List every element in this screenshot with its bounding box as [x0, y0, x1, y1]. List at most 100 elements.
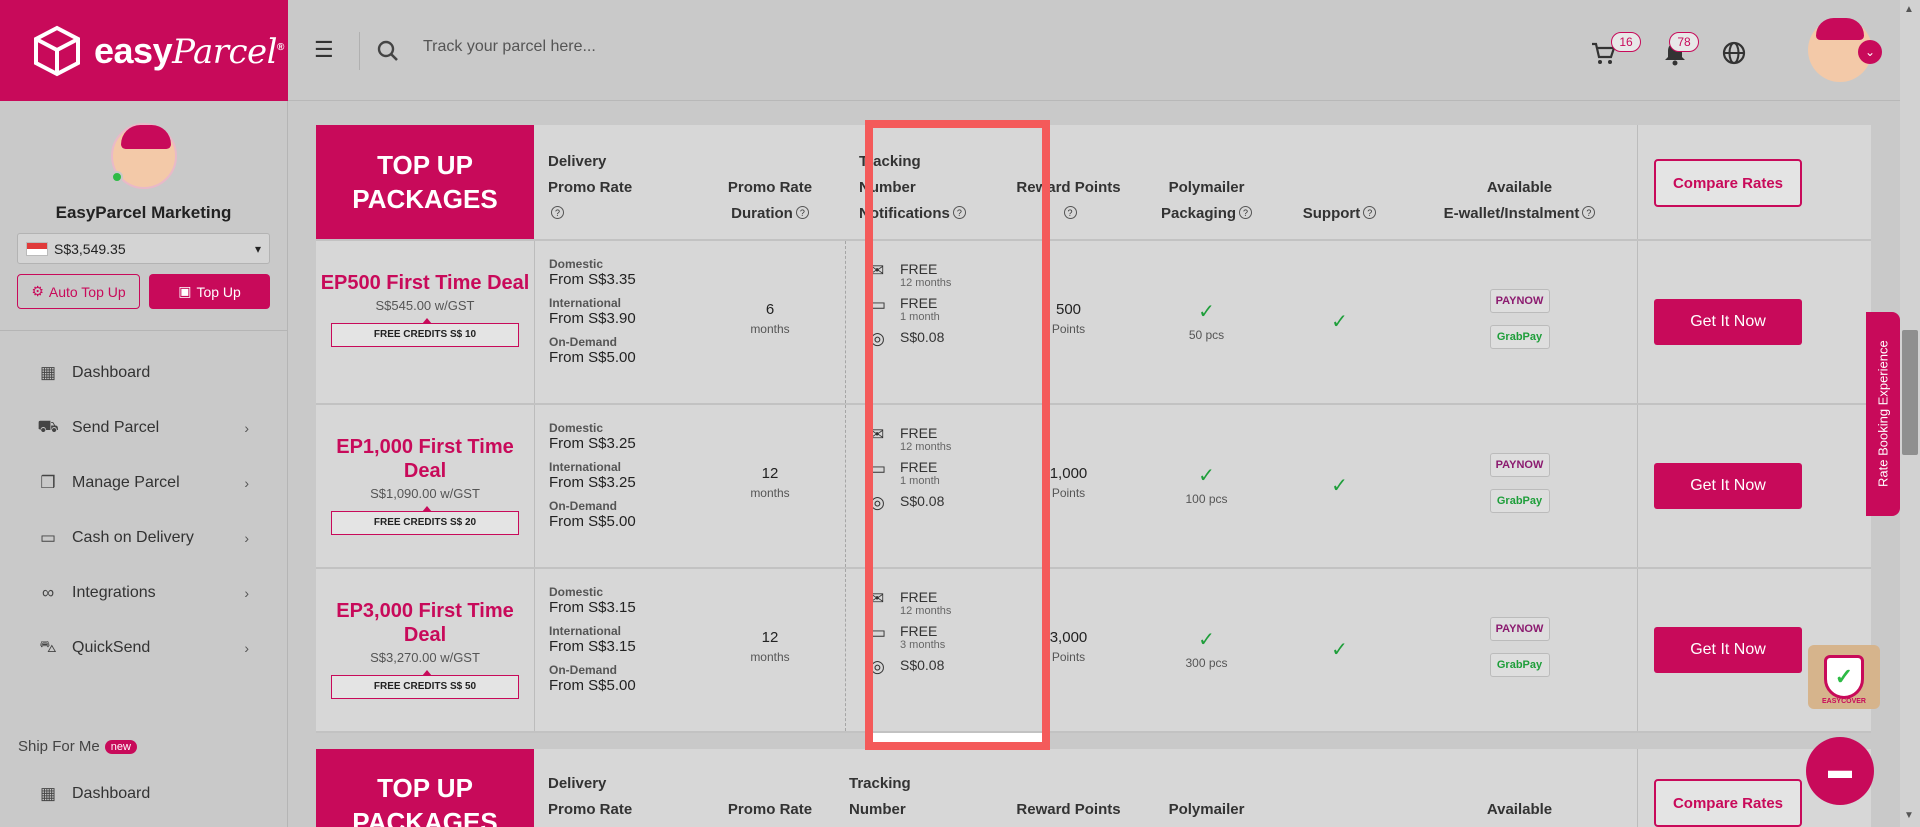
sidebar-divider: [0, 330, 287, 331]
table-title: TOP UP PACKAGES: [316, 749, 534, 827]
get-it-now-button[interactable]: Get It Now: [1654, 463, 1802, 509]
header-available-ewallet: Available E-wallet/Instalment?: [1402, 175, 1637, 227]
check-icon: ✓: [1331, 639, 1348, 661]
sidebar-item-quicksend[interactable]: ⛍ QuickSend ›: [0, 620, 287, 675]
easycover-badge[interactable]: ✓ EASYCOVER: [1808, 645, 1880, 709]
get-it-now-button[interactable]: Get It Now: [1654, 299, 1802, 345]
email-notif-duration: 12 months: [900, 277, 952, 289]
sidebar-nav: ▦ Dashboard ⛟ Send Parcel › ❒ Manage Par…: [0, 345, 287, 675]
chat-button[interactable]: ▬: [1806, 737, 1874, 805]
duration-value: 12: [761, 465, 779, 482]
scrollbar-thumb[interactable]: [1902, 330, 1918, 455]
duration-unit: months: [750, 322, 790, 336]
header-reward-points: Reward Points: [1016, 801, 1121, 818]
hamburger-menu-icon[interactable]: ☰: [314, 39, 336, 61]
cube-logo-icon: [34, 25, 80, 76]
check-icon: ✓: [1331, 311, 1348, 333]
email-notif-price: FREE: [900, 589, 938, 605]
chevron-right-icon: ›: [244, 584, 249, 601]
gear-icon: ⚙: [31, 283, 44, 299]
header-delivery-promo-rate: Delivery Promo Rate: [548, 775, 633, 818]
chevron-right-icon: ›: [244, 419, 249, 436]
sms-notif-price: FREE: [900, 295, 938, 311]
top-up-button[interactable]: ▣ Top Up: [149, 274, 270, 309]
scroll-up-arrow-icon[interactable]: ▲: [1904, 4, 1914, 15]
header-available-ewallet: Available: [1486, 801, 1553, 818]
chevron-right-icon: ›: [244, 474, 249, 491]
sidebar-item-cash-on-delivery[interactable]: ▭ Cash on Delivery ›: [0, 510, 287, 565]
whatsapp-icon: ◎: [870, 493, 885, 512]
package-name: EP3,000 First Time Deal: [336, 600, 514, 646]
get-it-now-button[interactable]: Get It Now: [1654, 627, 1802, 673]
shield-check-icon: ✓: [1824, 655, 1864, 699]
ondemand-label: On-Demand: [549, 663, 618, 677]
email-icon: ✉: [870, 425, 885, 444]
whatsapp-notif-price: S$0.08: [900, 657, 945, 673]
link-icon: ∞: [41, 582, 55, 602]
cart-plus-icon: ⛍: [39, 636, 57, 656]
help-icon[interactable]: ?: [1063, 206, 1077, 219]
sidebar-item-dashboard[interactable]: ▦ Dashboard: [0, 345, 287, 400]
sms-icon: ▭: [870, 459, 887, 478]
sms-notif-duration: 3 months: [900, 639, 946, 651]
header-promo-rate-duration: Promo Rate Duration?: [727, 179, 813, 222]
email-notif-price: FREE: [900, 425, 938, 441]
domestic-label: Domestic: [549, 421, 604, 435]
globe-icon[interactable]: [1721, 40, 1747, 66]
sidebar-item-send-parcel[interactable]: ⛟ Send Parcel ›: [0, 400, 287, 455]
whatsapp-notif-price: S$0.08: [900, 493, 945, 509]
table-row: EP1,000 First Time Deal S$1,090.00 w/GST…: [316, 405, 1871, 569]
chevron-right-icon: ›: [244, 529, 249, 546]
main-content: TOP UP PACKAGES Delivery Promo Rate? Promo…: [288, 101, 1900, 827]
header-tracking-notifications: Tracking Number Notifications?: [859, 149, 1001, 227]
help-icon[interactable]: ?: [952, 206, 966, 219]
polymailer-qty: 50 pcs: [1188, 328, 1225, 342]
help-icon[interactable]: ?: [551, 206, 564, 219]
reward-points-unit: Points: [1051, 322, 1086, 336]
top-up-packages-table-2: TOP UP PACKAGES Delivery Promo Rate Promo …: [316, 749, 1871, 827]
free-credits-tag: FREE CREDITS S$ 20: [331, 506, 519, 535]
help-icon[interactable]: ?: [1239, 206, 1253, 219]
polymailer-qty: 100 pcs: [1185, 492, 1228, 506]
reward-points-unit: Points: [1051, 650, 1086, 664]
package-price: S$3,270.00 w/GST: [370, 650, 480, 665]
table-header-row: TOP UP PACKAGES Delivery Promo Rate Promo …: [316, 749, 1871, 827]
free-credits-tag: FREE CREDITS S$ 10: [331, 318, 519, 347]
grabpay-badge: GrabPay: [1489, 325, 1550, 349]
singapore-flag-icon: [26, 241, 48, 256]
domestic-label: Domestic: [549, 257, 604, 271]
email-icon: ✉: [870, 261, 885, 280]
sidebar-item-manage-parcel[interactable]: ❒ Manage Parcel ›: [0, 455, 287, 510]
help-icon[interactable]: ?: [1582, 206, 1596, 219]
reward-points-value: 3,000: [1049, 629, 1088, 646]
help-icon[interactable]: ?: [1363, 206, 1377, 219]
email-notif-price: FREE: [900, 261, 938, 277]
compare-rates-button[interactable]: Compare Rates: [1654, 779, 1802, 827]
domestic-rate: From S$3.15: [549, 599, 636, 616]
chevron-right-icon: ›: [244, 639, 249, 656]
sms-notif-price: FREE: [900, 459, 938, 475]
table-row: EP3,000 First Time Deal S$3,270.00 w/GST…: [316, 569, 1871, 733]
scroll-down-arrow-icon[interactable]: ▼: [1904, 810, 1914, 821]
auto-top-up-button[interactable]: ⚙ Auto Top Up: [17, 274, 140, 309]
sms-notif-duration: 1 month: [900, 475, 940, 487]
header-divider: [359, 32, 360, 70]
polymailer-qty: 300 pcs: [1185, 656, 1228, 670]
sidebar-item-ship-dashboard[interactable]: ▦ Dashboard: [0, 766, 288, 821]
international-rate: From S$3.90: [549, 310, 636, 327]
sms-icon: ▭: [870, 295, 887, 314]
chat-bubble-icon: ▬: [1828, 757, 1852, 784]
paynow-badge: PAYNOW: [1489, 453, 1550, 477]
sidebar-item-integrations[interactable]: ∞ Integrations ›: [0, 565, 287, 620]
balance-amount: S$3,549.35: [54, 240, 126, 257]
balance-selector[interactable]: S$3,549.35 ▾: [17, 233, 270, 264]
help-icon[interactable]: ?: [795, 206, 809, 219]
check-icon: ✓: [1198, 465, 1215, 487]
brand-logo[interactable]: easyParcel®: [0, 0, 288, 101]
rate-booking-experience-tab[interactable]: Rate Booking Experience: [1866, 312, 1900, 516]
avatar-dropdown-chevron-icon[interactable]: ⌄: [1858, 40, 1882, 64]
compare-rates-button[interactable]: Compare Rates: [1654, 159, 1802, 207]
ship-for-me-section-label: Ship For Me new: [18, 738, 137, 755]
track-parcel-input[interactable]: [423, 38, 823, 56]
duration-value: 6: [765, 301, 775, 318]
